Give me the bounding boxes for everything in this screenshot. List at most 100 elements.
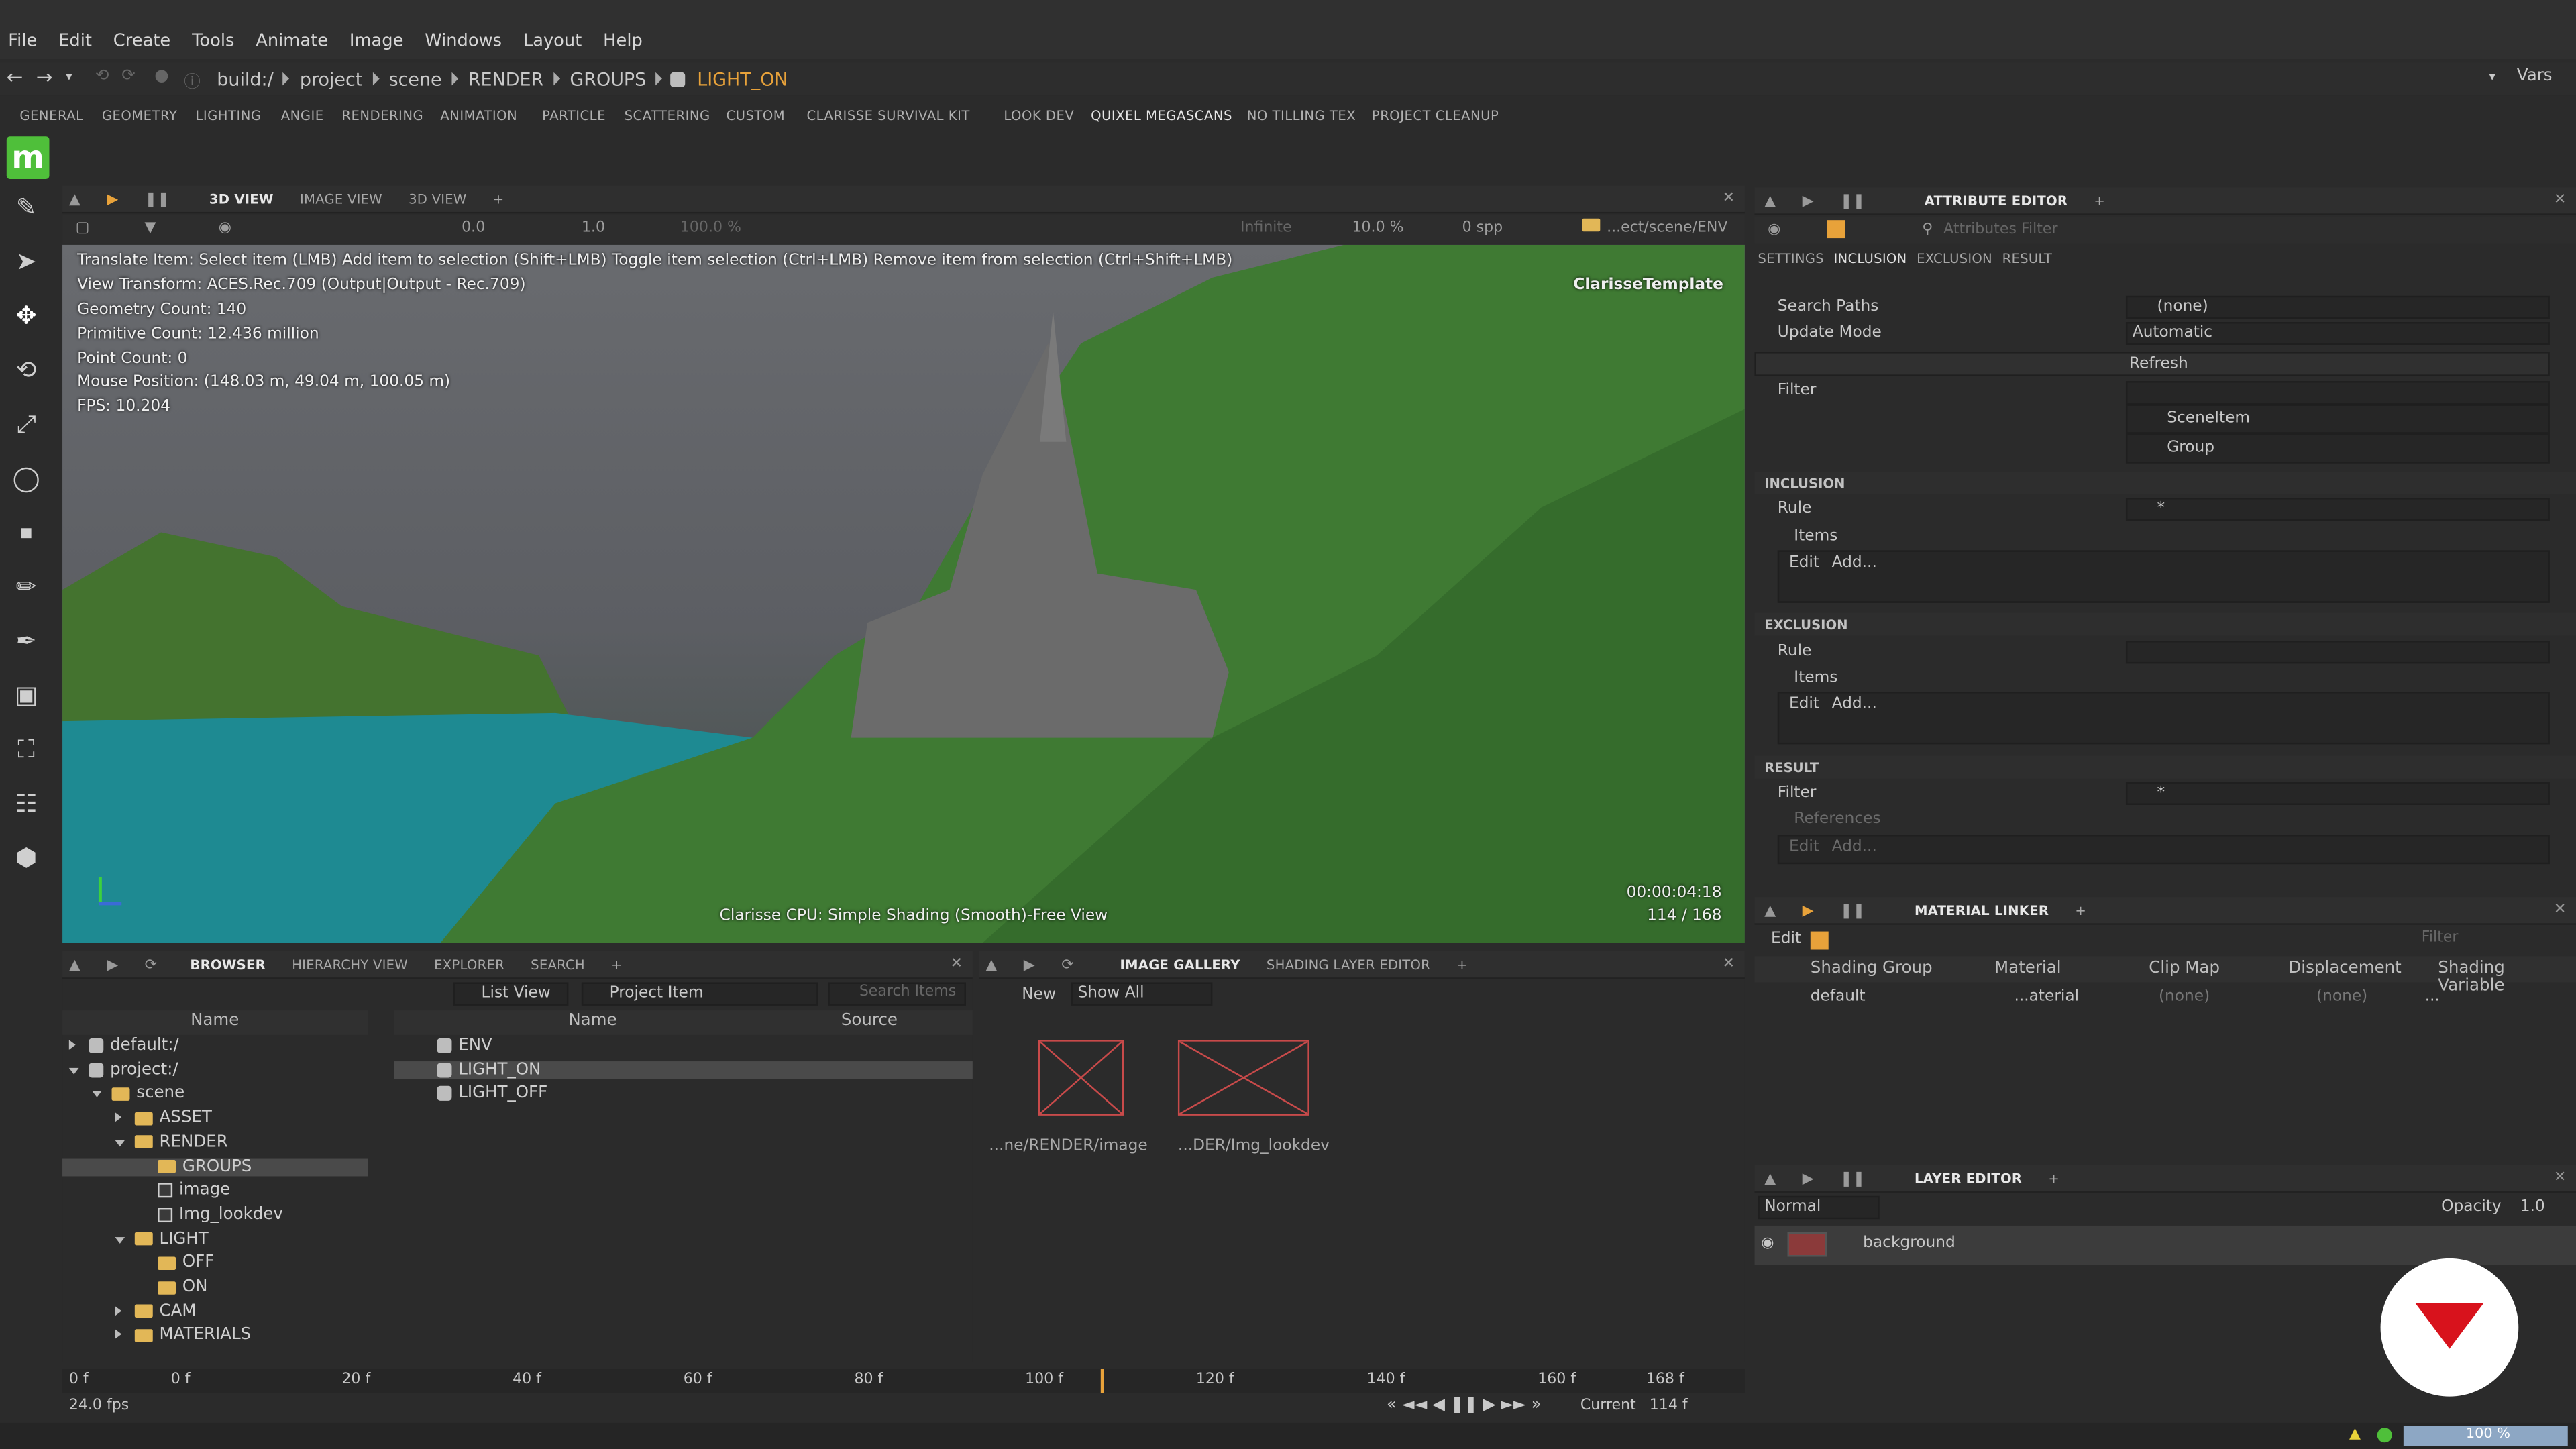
play-icon[interactable]: ▶ — [1803, 1171, 1814, 1187]
collapse-icon[interactable] — [115, 1133, 128, 1151]
shelf-tab-geometry[interactable]: GEOMETRY — [102, 109, 178, 123]
infinite-field[interactable]: Infinite — [1240, 220, 1292, 236]
tab-3d-view[interactable]: 3D VIEW — [209, 193, 274, 207]
expand-icon[interactable] — [115, 1326, 128, 1344]
value-field-3[interactable]: 100.0 % — [680, 220, 741, 236]
end-frame[interactable]: 168 f — [1646, 1372, 1684, 1388]
shelf-tab-scattering[interactable]: SCATTERING — [625, 109, 710, 123]
context-path[interactable]: ...ect/scene/ENV — [1607, 220, 1727, 236]
close-icon[interactable]: ✕ — [2554, 1170, 2566, 1186]
orbit-icon[interactable]: ◯ — [10, 462, 43, 494]
shelf-tab-look-dev[interactable]: LOOK DEV — [1004, 109, 1074, 123]
select-arrow-icon[interactable]: ➤ — [10, 245, 43, 278]
tree-item[interactable]: Img_lookdev — [138, 1205, 283, 1224]
close-icon[interactable]: ✕ — [2554, 902, 2566, 918]
lock-icon[interactable]: ▲ — [69, 957, 80, 973]
shelf-tab-particle[interactable]: PARTICLE — [542, 109, 606, 123]
attributes-filter-input[interactable]: Attributes Filter — [1943, 222, 2057, 238]
tab-shading-layer-editor[interactable]: SHADING LAYER EDITOR — [1267, 958, 1430, 973]
edit-menu[interactable]: Edit — [1771, 930, 1801, 948]
collapse-icon[interactable] — [92, 1085, 105, 1103]
add-button[interactable]: Add... — [1832, 553, 1877, 572]
vars-dropdown-icon[interactable]: ▾ — [2489, 69, 2496, 84]
tab-image-view[interactable]: IMAGE VIEW — [300, 193, 382, 207]
stop-icon[interactable]: ● — [154, 67, 168, 85]
close-icon[interactable]: ✕ — [2554, 193, 2566, 209]
warning-icon[interactable]: ▲ — [2349, 1426, 2361, 1442]
menu-tools[interactable]: Tools — [192, 32, 234, 51]
menu-help[interactable]: Help — [603, 32, 643, 51]
back-icon[interactable]: ← — [7, 66, 23, 89]
material-filter-input[interactable]: Filter — [2422, 930, 2459, 946]
tree-item[interactable]: CAM — [115, 1302, 197, 1320]
tab-material-linker[interactable]: MATERIAL LINKER — [1915, 904, 2049, 918]
3d-viewport[interactable]: Translate Item: Select item (LMB) Add it… — [62, 244, 1745, 943]
search-items-input[interactable]: Search Items — [828, 982, 967, 1006]
tree-item[interactable]: project:/ — [68, 1061, 178, 1079]
edit-button[interactable]: Edit — [1789, 838, 1819, 856]
menu-animate[interactable]: Animate — [256, 32, 328, 51]
tab-3d-view-2[interactable]: 3D VIEW — [409, 193, 466, 207]
history-dropdown-icon[interactable]: ▾ — [66, 69, 72, 84]
col-source[interactable]: Source — [841, 1012, 898, 1030]
list-item[interactable]: ENV — [394, 1036, 973, 1055]
col-shading-group[interactable]: Shading Group — [1811, 959, 1933, 977]
filter-item-group[interactable]: Group — [2125, 433, 2550, 464]
collapse-icon[interactable] — [115, 1230, 128, 1248]
eye-icon[interactable]: ◉ — [219, 220, 231, 236]
start-frame[interactable]: 0 f — [69, 1372, 89, 1388]
frame-icon[interactable]: ⛶ — [10, 733, 43, 765]
add-tab-icon[interactable]: + — [2094, 194, 2105, 209]
tab-attribute-editor[interactable]: ATTRIBUTE EDITOR — [1925, 194, 2068, 209]
filter-icon[interactable]: ▼ — [145, 220, 156, 236]
camera-icon[interactable]: ▢ — [76, 220, 90, 236]
tree-item[interactable]: OFF — [138, 1254, 214, 1272]
info-icon[interactable]: ⓘ — [184, 67, 200, 92]
link-icon[interactable] — [1810, 931, 1829, 950]
tab-exclusion[interactable]: EXCLUSION — [1917, 252, 1992, 266]
sigma-icon[interactable] — [1827, 220, 1845, 239]
tree-item[interactable]: ASSET — [115, 1109, 212, 1127]
col-item-name[interactable]: Name — [568, 1012, 616, 1030]
megascans-logo[interactable]: m — [6, 136, 50, 179]
lock-icon[interactable]: ▲ — [1764, 1171, 1776, 1187]
menu-create[interactable]: Create — [113, 32, 170, 51]
breadcrumb-item[interactable]: GROUPS — [564, 68, 653, 90]
playback-controls[interactable]: « ◄◄ ◀ ❚❚ ▶ ►► » — [1387, 1397, 1542, 1415]
current-frame[interactable]: 114 f — [1650, 1398, 1688, 1414]
play-icon[interactable]: ▶ — [1803, 193, 1814, 209]
add-tab-icon[interactable]: + — [493, 193, 504, 207]
play-icon[interactable]: ▶ — [1803, 903, 1814, 919]
list-item[interactable]: LIGHT_ON — [394, 1061, 973, 1079]
pause-icon[interactable]: ❚❚ — [145, 191, 170, 207]
refresh-icon[interactable]: ⟳ — [1061, 957, 1074, 973]
play-icon[interactable]: ▶ — [107, 191, 118, 207]
refresh-button[interactable]: Refresh — [1754, 352, 2550, 376]
expand-icon[interactable] — [115, 1109, 128, 1127]
visibility-icon[interactable]: ◉ — [1761, 1236, 1774, 1252]
tab-explorer[interactable]: EXPLORER — [434, 958, 504, 973]
references-list[interactable]: Edit Add... — [1777, 835, 2550, 865]
inclusion-items-list[interactable]: Edit Add... — [1777, 550, 2550, 603]
playhead[interactable] — [1101, 1368, 1105, 1393]
paint-icon[interactable]: ✏ — [10, 570, 43, 603]
search-paths-field[interactable]: (none) — [2125, 295, 2550, 319]
lock-icon[interactable]: ▲ — [985, 957, 997, 973]
breadcrumb-item[interactable]: build:/ — [210, 68, 280, 90]
rotate-icon[interactable]: ⟲ — [10, 354, 43, 386]
exclusion-section[interactable]: EXCLUSION — [1754, 612, 2576, 636]
redo-icon[interactable]: ⟳ — [121, 67, 136, 85]
menu-layout[interactable]: Layout — [523, 32, 582, 51]
breadcrumb-item[interactable]: RENDER — [462, 68, 550, 90]
add-button[interactable]: Add... — [1832, 695, 1877, 713]
fps-field[interactable]: 24.0 fps — [69, 1398, 129, 1414]
comment-icon[interactable]: ◉ — [1768, 222, 1780, 238]
shelf-tab-quixel-megascans[interactable]: QUIXEL MEGASCANS — [1091, 109, 1232, 123]
close-icon[interactable]: ✕ — [951, 956, 963, 972]
value-field-1[interactable]: 0.0 — [462, 220, 485, 236]
opacity-field[interactable]: 1.0 — [2520, 1197, 2545, 1216]
shelf-tab-no-tilling-tex[interactable]: NO TILLING TEX — [1247, 109, 1356, 123]
tree-item[interactable]: image — [138, 1181, 230, 1199]
tree-item[interactable]: GROUPS — [62, 1157, 368, 1176]
menu-edit[interactable]: Edit — [58, 32, 92, 51]
